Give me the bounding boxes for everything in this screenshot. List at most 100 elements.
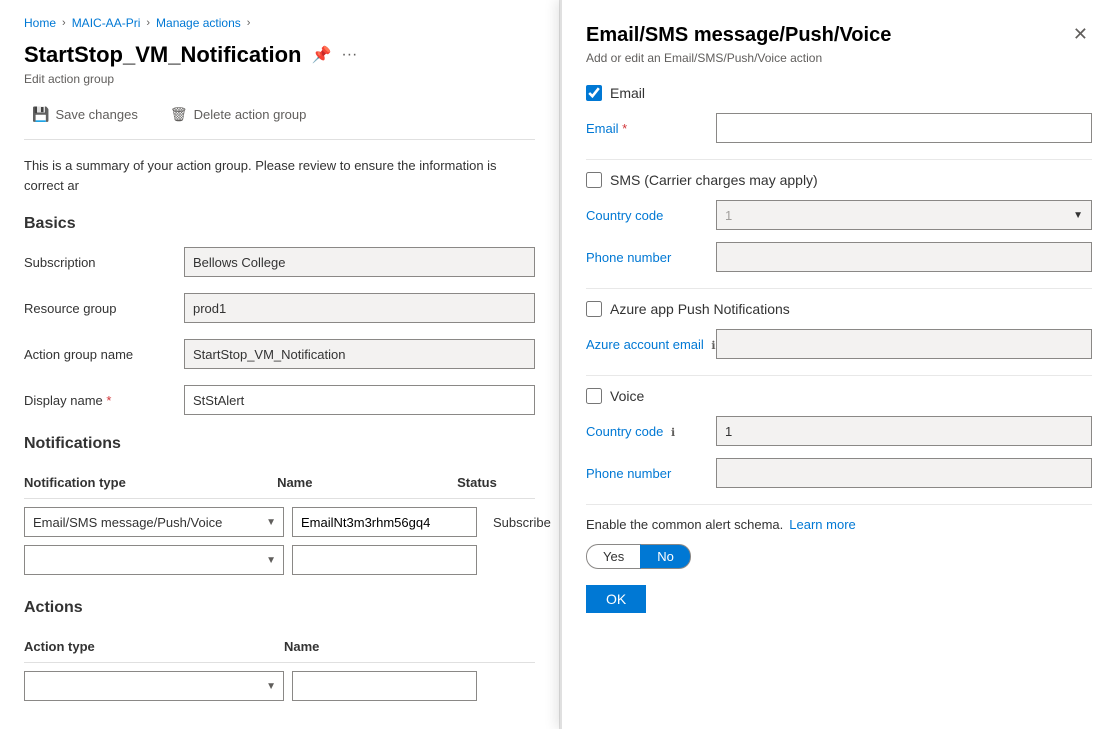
notification-row-0: Email/SMS message/Push/Voice ▼ Subscribe xyxy=(24,507,535,537)
actions-title: Actions xyxy=(24,599,535,617)
push-checkbox[interactable] xyxy=(586,301,602,317)
learn-more-link[interactable]: Learn more xyxy=(789,517,855,532)
push-email-input[interactable] xyxy=(716,329,1092,359)
sms-country-code-label: Country code xyxy=(586,208,716,223)
summary-text: This is a summary of your action group. … xyxy=(24,156,535,195)
page-subtitle: Edit action group xyxy=(24,72,535,86)
page-title-row: StartStop_VM_Notification 📌 ··· xyxy=(24,42,535,68)
resource-group-input[interactable] xyxy=(184,293,535,323)
voice-checkbox[interactable] xyxy=(586,388,602,404)
voice-country-code-select[interactable]: 1 xyxy=(716,416,1092,446)
divider-1 xyxy=(586,159,1092,160)
breadcrumb: Home › MAIC-AA-Pri › Manage actions › xyxy=(24,16,535,30)
sms-checkbox-row: SMS (Carrier charges may apply) xyxy=(586,172,1092,188)
email-checkbox-row: Email xyxy=(586,85,1092,101)
info-icon: ℹ xyxy=(671,427,675,439)
notification-name-input-0[interactable] xyxy=(292,507,477,537)
close-button[interactable]: ✕ xyxy=(1069,24,1092,45)
panel-header: Email/SMS message/Push/Voice ✕ xyxy=(586,24,1092,47)
push-email-row: Azure account email ℹ xyxy=(586,329,1092,359)
action-group-name-label: Action group name xyxy=(24,347,184,362)
save-icon: 💾 xyxy=(32,106,49,123)
email-checkbox-label: Email xyxy=(610,85,645,101)
col-aname-header: Name xyxy=(284,639,469,654)
sms-phone-input[interactable] xyxy=(716,242,1092,272)
email-field-label: Email * xyxy=(586,121,716,136)
display-name-input[interactable] xyxy=(184,385,535,415)
push-email-label: Azure account email ℹ xyxy=(586,337,716,352)
breadcrumb-home[interactable]: Home xyxy=(24,16,56,30)
voice-checkbox-label: Voice xyxy=(610,388,644,404)
sms-checkbox-label: SMS (Carrier charges may apply) xyxy=(610,172,818,188)
notifications-table-header: Notification type Name Status xyxy=(24,467,535,499)
more-options-icon[interactable]: ··· xyxy=(341,46,357,64)
divider-2 xyxy=(586,288,1092,289)
right-panel: Email/SMS message/Push/Voice ✕ Add or ed… xyxy=(560,0,1116,729)
save-label: Save changes xyxy=(55,107,137,122)
sms-phone-row: Phone number xyxy=(586,242,1092,272)
pin-icon[interactable]: 📌 xyxy=(311,45,331,65)
email-section: Email Email * xyxy=(586,85,1092,143)
email-checkbox[interactable] xyxy=(586,85,602,101)
voice-country-code-label: Country code ℹ xyxy=(586,424,716,439)
divider-4 xyxy=(586,504,1092,505)
action-group-name-field: Action group name xyxy=(24,339,535,369)
ok-button[interactable]: OK xyxy=(586,585,646,613)
push-checkbox-label: Azure app Push Notifications xyxy=(610,301,790,317)
voice-section: Voice Country code ℹ 1 Phone number xyxy=(586,388,1092,488)
schema-row: Enable the common alert schema. Learn mo… xyxy=(586,517,1092,532)
action-type-select-0[interactable] xyxy=(24,671,284,701)
sms-checkbox[interactable] xyxy=(586,172,602,188)
col-atype-header: Action type xyxy=(24,639,284,654)
subscription-input[interactable] xyxy=(184,247,535,277)
breadcrumb-maic[interactable]: MAIC-AA-Pri xyxy=(72,16,141,30)
actions-table-header: Action type Name xyxy=(24,631,535,663)
panel-subtitle: Add or edit an Email/SMS/Push/Voice acti… xyxy=(586,51,1092,65)
basics-section-title: Basics xyxy=(24,215,535,233)
chevron-down-icon: ▼ xyxy=(1073,210,1083,221)
col-status-header: Status xyxy=(457,475,535,490)
action-group-name-input[interactable] xyxy=(184,339,535,369)
toggle-no-button[interactable]: No xyxy=(640,544,691,569)
action-row-0: ▼ xyxy=(24,671,535,701)
info-icon: ℹ xyxy=(711,340,715,352)
sms-phone-label: Phone number xyxy=(586,250,716,265)
notifications-section: Notifications Notification type Name Sta… xyxy=(24,435,535,575)
divider-3 xyxy=(586,375,1092,376)
display-name-field: Display name * xyxy=(24,385,535,415)
toggle-yes-button[interactable]: Yes xyxy=(586,544,640,569)
left-panel: Home › MAIC-AA-Pri › Manage actions › St… xyxy=(0,0,560,729)
notification-row-1: ▼ xyxy=(24,545,535,575)
notification-status-0: Subscribe xyxy=(493,515,551,530)
action-name-input-0[interactable] xyxy=(292,671,477,701)
voice-country-code-value: 1 xyxy=(725,424,732,439)
delete-button[interactable]: 🗑 Delete action group xyxy=(162,102,315,127)
breadcrumb-manage-actions[interactable]: Manage actions xyxy=(156,16,241,30)
col-type-header: Notification type xyxy=(24,475,277,490)
sms-country-code-select[interactable]: 1 ▼ xyxy=(716,200,1092,230)
notification-type-select-1[interactable] xyxy=(24,545,284,575)
voice-phone-input[interactable] xyxy=(716,458,1092,488)
sms-country-code-value: 1 xyxy=(725,208,732,223)
resource-group-label: Resource group xyxy=(24,301,184,316)
push-section: Azure app Push Notifications Azure accou… xyxy=(586,301,1092,359)
voice-phone-row: Phone number xyxy=(586,458,1092,488)
actions-section: Actions Action type Name ▼ xyxy=(24,599,535,701)
delete-label: Delete action group xyxy=(194,107,307,122)
voice-phone-label: Phone number xyxy=(586,466,716,481)
subscription-field: Subscription xyxy=(24,247,535,277)
voice-country-code-row: Country code ℹ 1 xyxy=(586,416,1092,446)
delete-icon: 🗑 xyxy=(170,106,188,123)
save-button[interactable]: 💾 Save changes xyxy=(24,102,146,127)
notification-type-select-0[interactable]: Email/SMS message/Push/Voice xyxy=(24,507,284,537)
sms-country-code-row: Country code 1 ▼ xyxy=(586,200,1092,230)
col-name-header: Name xyxy=(277,475,457,490)
schema-text: Enable the common alert schema. xyxy=(586,517,783,532)
notification-name-input-1[interactable] xyxy=(292,545,477,575)
notifications-title: Notifications xyxy=(24,435,535,453)
toggle-row: Yes No xyxy=(586,544,1092,569)
subscription-label: Subscription xyxy=(24,255,184,270)
push-checkbox-row: Azure app Push Notifications xyxy=(586,301,1092,317)
email-input[interactable] xyxy=(716,113,1092,143)
display-name-label: Display name * xyxy=(24,393,184,408)
